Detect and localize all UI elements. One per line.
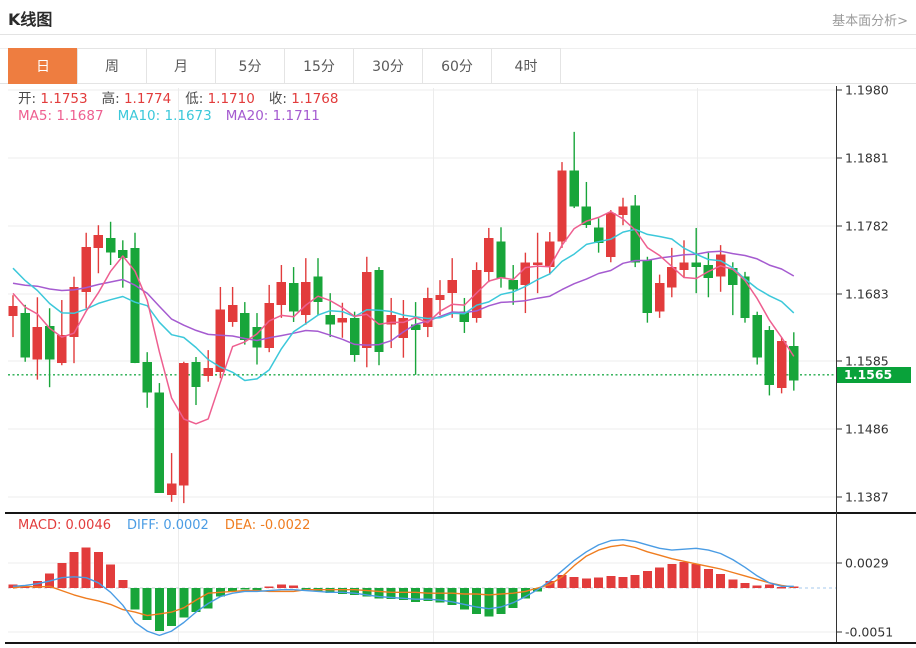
macd-label: MACD: (18, 518, 61, 533)
kline-chart-area[interactable]: 1.19801.18811.17821.16831.15851.14861.13… (0, 84, 916, 648)
last-price-badge: 1.1565 (837, 367, 911, 383)
tab-60min[interactable]: 60分 (422, 48, 492, 84)
svg-text:1.1782: 1.1782 (845, 218, 889, 233)
svg-text:1.1486: 1.1486 (845, 422, 889, 437)
ohlc-ma-legend: 开: 1.1753 高: 1.1774 低: 1.1710 收: 1.1768 MA5… (18, 91, 352, 125)
tab-week[interactable]: 周 (77, 48, 147, 84)
ma10-label: MA10: (118, 108, 161, 124)
low-label: 低: (185, 91, 203, 107)
svg-text:1.1387: 1.1387 (845, 490, 889, 505)
macd-value: 0.0046 (66, 518, 112, 533)
ma20-value: 1.1711 (273, 108, 320, 124)
svg-text:1.1683: 1.1683 (845, 286, 889, 301)
low-value: 1.1710 (208, 91, 255, 107)
tab-30min[interactable]: 30分 (353, 48, 423, 84)
ma-legend-row: MA5: 1.1687 MA10: 1.1673 MA20: 1.1711 (18, 108, 352, 125)
candlestick-chart-canvas[interactable]: 1.19801.18811.17821.16831.15851.14861.13… (0, 84, 916, 648)
tab-15min[interactable]: 15分 (284, 48, 354, 84)
high-value: 1.1774 (124, 91, 171, 107)
svg-text:1.1881: 1.1881 (845, 150, 889, 165)
tab-day[interactable]: 日 (8, 48, 78, 84)
ma10-value: 1.1673 (164, 108, 211, 124)
high-label: 高: (102, 91, 120, 107)
ohlc-legend-row: 开: 1.1753 高: 1.1774 低: 1.1710 收: 1.1768 (18, 91, 352, 108)
ma5-label: MA5: (18, 108, 52, 124)
diff-value: 0.0002 (163, 518, 209, 533)
svg-text:-0.0051: -0.0051 (845, 624, 893, 639)
tab-4hour[interactable]: 4时 (491, 48, 561, 84)
close-value: 1.1768 (291, 91, 338, 107)
page-header: K线图 基本面分析> (0, 0, 916, 35)
svg-text:0.0029: 0.0029 (845, 556, 889, 571)
open-label: 开: (18, 91, 36, 107)
svg-text:1.1980: 1.1980 (845, 84, 889, 98)
fundamental-analysis-link[interactable]: 基本面分析> (832, 10, 908, 29)
tab-month[interactable]: 月 (146, 48, 216, 84)
tab-5min[interactable]: 5分 (215, 48, 285, 84)
dea-value: -0.0022 (260, 518, 310, 533)
close-label: 收: (269, 91, 287, 107)
page-title: K线图 (8, 6, 52, 30)
ma5-value: 1.1687 (56, 108, 103, 124)
macd-legend: MACD: 0.0046 DIFF: 0.0002 DEA: -0.0022 (18, 518, 326, 533)
interval-tab-bar: 日 周 月 5分 15分 30分 60分 4时 (0, 48, 916, 84)
open-value: 1.1753 (40, 91, 87, 107)
diff-label: DIFF: (127, 518, 159, 533)
ma20-label: MA20: (226, 108, 269, 124)
dea-label: DEA: (225, 518, 256, 533)
